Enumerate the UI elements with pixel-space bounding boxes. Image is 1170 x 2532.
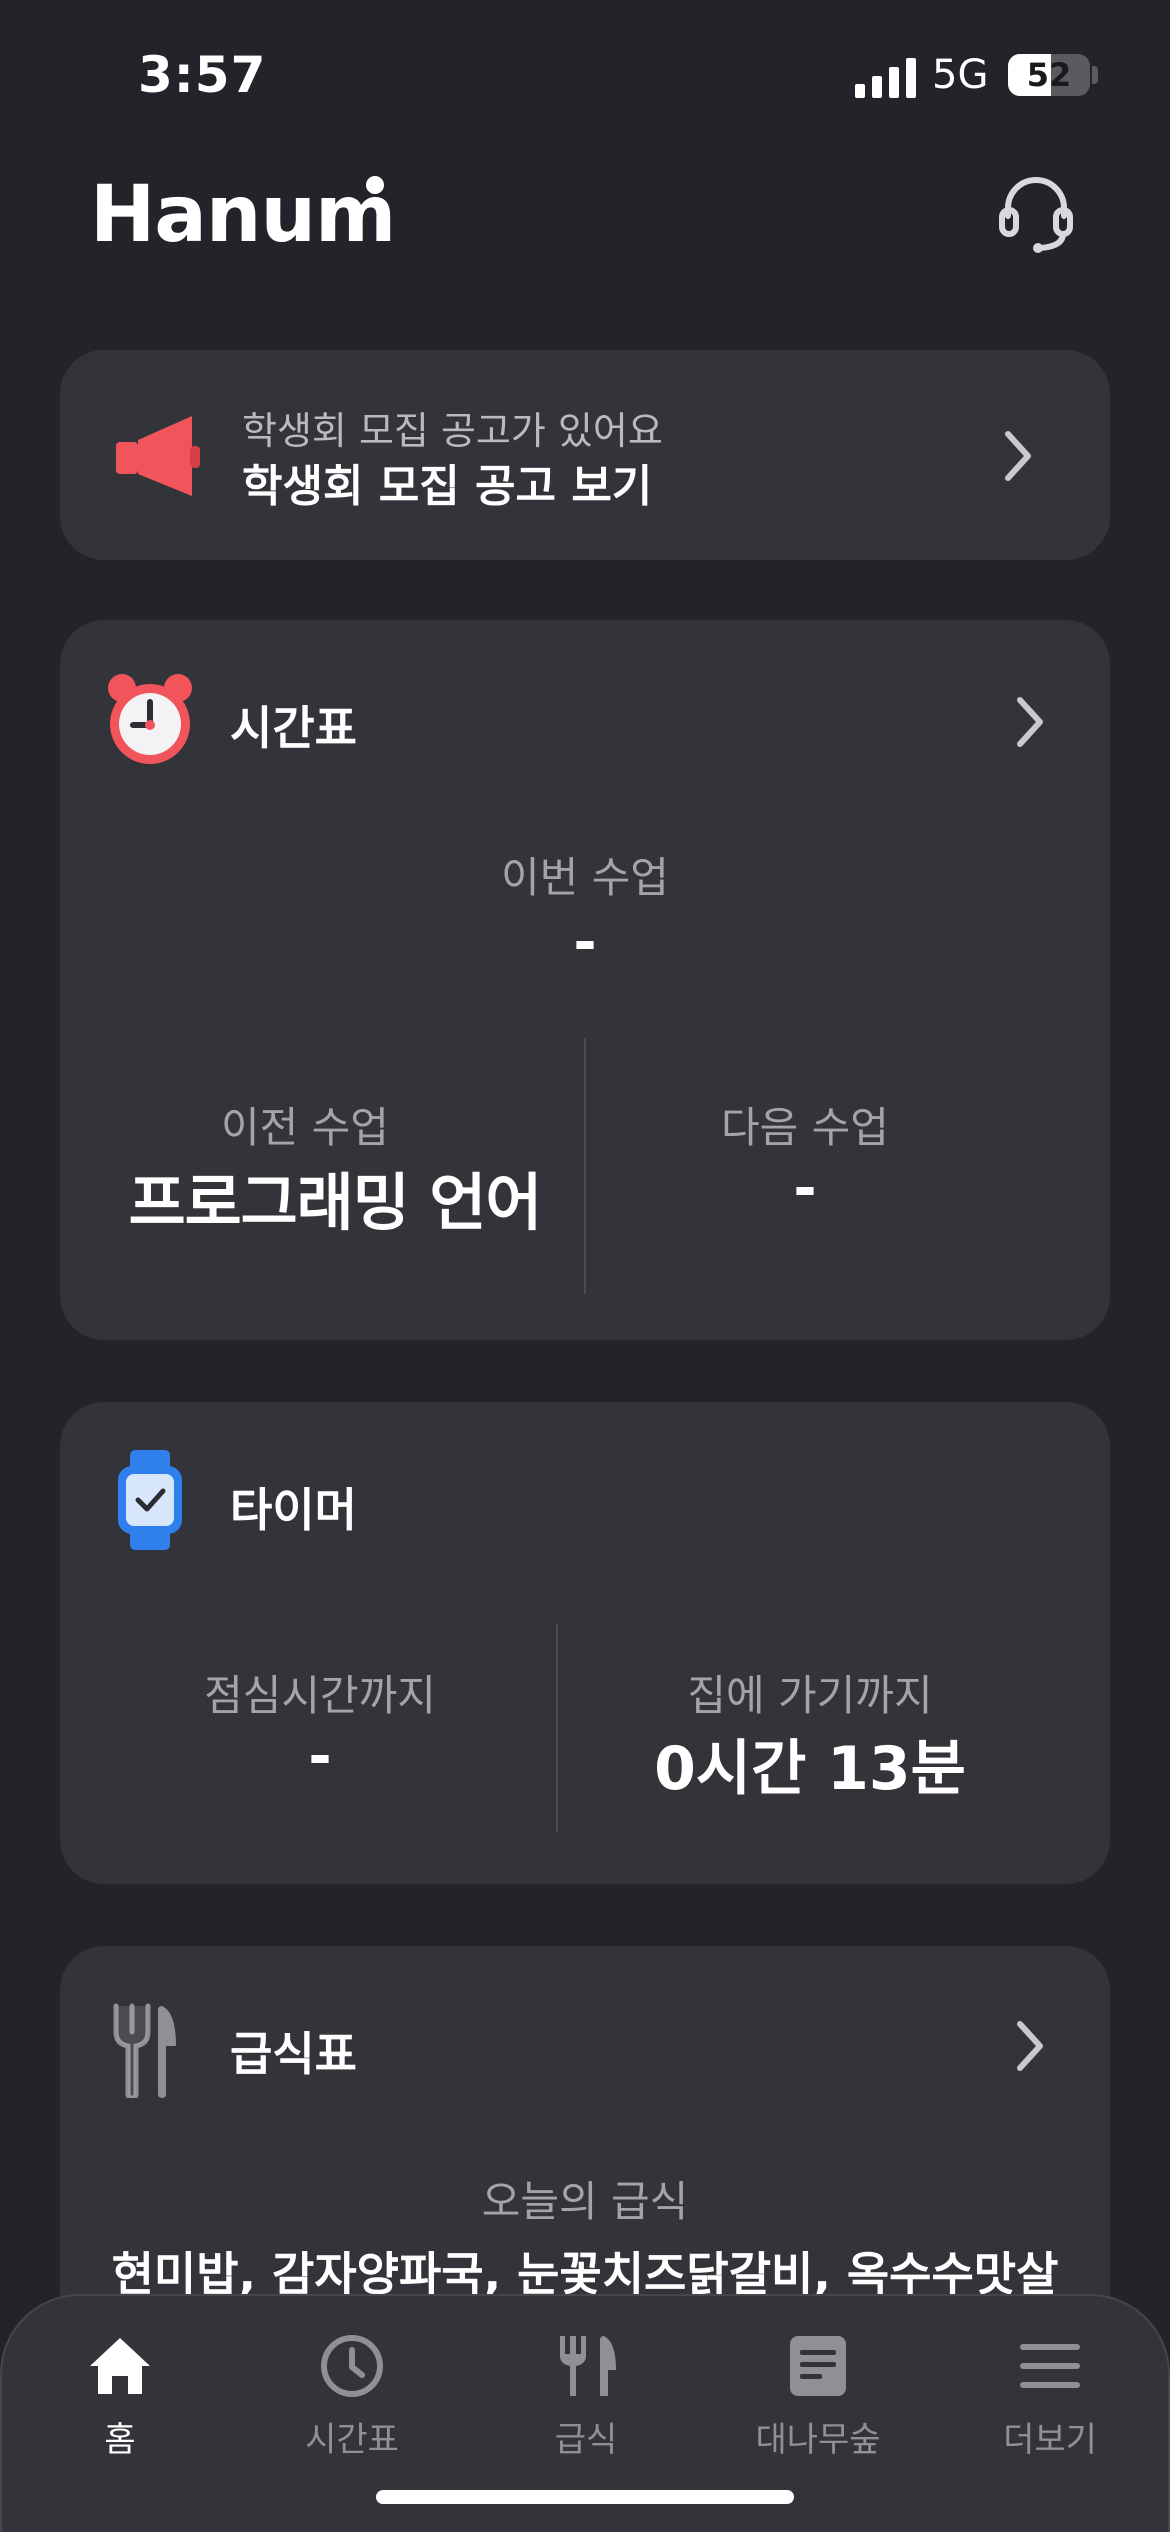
battery-level: 52 — [1026, 56, 1072, 94]
meal-title: 급식표 — [230, 2027, 357, 2081]
current-class-label: 이번 수업 — [501, 853, 669, 902]
timer-card: 타이머 점심시간까지 - 집에 가기까지 0시간 13분 — [60, 1402, 1110, 1884]
tab-label: 홈 — [104, 2420, 136, 2460]
utensils-icon — [113, 2003, 176, 2098]
previous-class-value: 프로그래밍 언어 — [128, 1166, 543, 1239]
divider — [584, 1038, 586, 1294]
timetable-title: 시간표 — [230, 701, 357, 755]
home-indicator — [376, 2490, 794, 2504]
next-class-value: - — [793, 1156, 817, 1221]
current-class-value: - — [573, 910, 597, 975]
previous-class-label: 이전 수업 — [221, 1103, 389, 1152]
timer-title: 타이머 — [230, 1483, 357, 1537]
home-countdown-label: 집에 가기까지 — [687, 1671, 933, 1720]
smartwatch-icon — [118, 1450, 182, 1550]
notice-subtitle: 학생회 모집 공고가 있어요 — [242, 409, 663, 453]
lunch-countdown-value: - — [308, 1724, 332, 1789]
headset-icon[interactable] — [994, 170, 1078, 254]
clock-icon — [321, 2335, 383, 2397]
chevron-right-icon — [1005, 431, 1031, 481]
megaphone-icon — [116, 416, 200, 496]
battery-cap — [1092, 66, 1098, 84]
signal-icon — [855, 58, 916, 98]
menu-icon — [1020, 2344, 1080, 2388]
status-bar: 3:57 5G 52 — [0, 0, 1170, 150]
battery-icon: 52 — [1008, 54, 1090, 96]
tab-label: 대나무숲 — [755, 2420, 881, 2460]
tab-label: 더보기 — [1003, 2420, 1097, 2460]
notice-card[interactable]: 학생회 모집 공고가 있어요 학생회 모집 공고 보기 — [60, 350, 1110, 560]
tab-more[interactable]: 더보기 — [950, 2330, 1150, 2470]
app-logo: Hanum — [90, 170, 396, 260]
home-countdown-value: 0시간 13분 — [654, 1734, 966, 1804]
network-label: 5G — [932, 52, 989, 98]
tab-label: 급식 — [554, 2420, 618, 2460]
tab-timetable[interactable]: 시간표 — [252, 2330, 452, 2470]
tab-home[interactable]: 홈 — [20, 2330, 220, 2470]
logo-dot — [366, 176, 384, 194]
chevron-right-icon — [1017, 2021, 1043, 2071]
home-icon — [90, 2338, 150, 2394]
document-icon — [790, 2336, 846, 2396]
tab-bamboo-forest[interactable]: 대나무숲 — [718, 2330, 918, 2470]
divider — [556, 1624, 558, 1832]
notice-title: 학생회 모집 공고 보기 — [242, 461, 653, 512]
chevron-right-icon — [1017, 697, 1043, 747]
timetable-card[interactable]: 시간표 이번 수업 - 이전 수업 프로그래밍 언어 다음 수업 - — [60, 620, 1110, 1340]
today-meal-label: 오늘의 급식 — [481, 2177, 689, 2226]
utensils-icon — [560, 2336, 616, 2396]
tab-meal[interactable]: 급식 — [486, 2330, 686, 2470]
tab-label: 시간표 — [305, 2420, 399, 2460]
status-time: 3:57 — [138, 46, 267, 104]
lunch-countdown-label: 점심시간까지 — [204, 1671, 436, 1720]
next-class-label: 다음 수업 — [721, 1103, 889, 1152]
home-screen: 3:57 5G 52 Hanum 학생회 모집 공고가 있어요 학생회 모집 공… — [0, 0, 1170, 2532]
alarm-clock-icon — [108, 674, 192, 764]
